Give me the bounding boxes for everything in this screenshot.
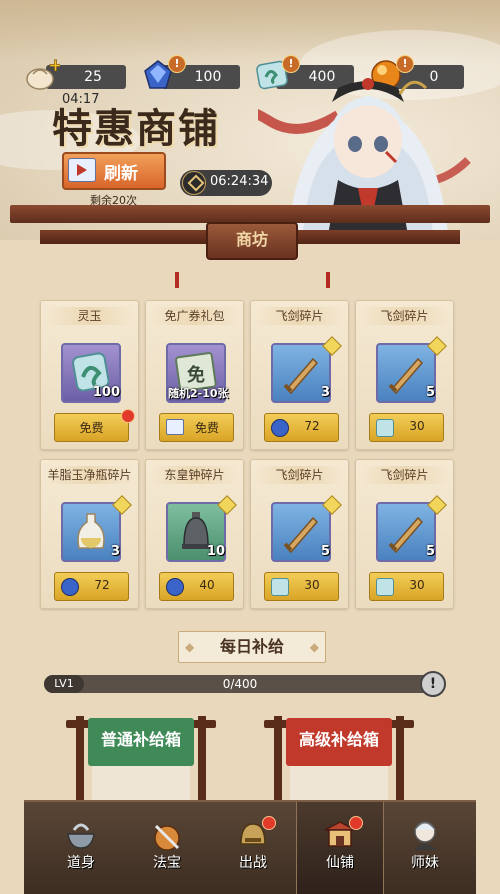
timer-icon	[182, 171, 206, 195]
nav-shimei[interactable]: 师妹	[382, 802, 468, 894]
alert-icon: !	[168, 55, 186, 73]
shop-item-card[interactable]: 飞剑碎片 5 30	[355, 300, 454, 450]
notification-dot	[262, 816, 276, 830]
supply-progress-bar: LV1 0/400	[44, 675, 436, 693]
blue-gem-icon	[166, 578, 184, 596]
item-count: 3	[320, 385, 330, 400]
shop-item-card[interactable]: 飞剑碎片 3 72	[250, 300, 349, 450]
price-label: 30	[409, 419, 425, 433]
banner-post	[274, 716, 282, 806]
price-label: 30	[304, 578, 320, 592]
video-ad-icon	[166, 419, 184, 435]
item-name: 飞剑碎片	[255, 307, 344, 325]
nav-label: 法宝	[153, 855, 181, 871]
notification-dot	[349, 816, 363, 830]
buy-button[interactable]: 72	[54, 572, 129, 601]
price-label: 72	[304, 419, 320, 433]
item-name: 飞剑碎片	[360, 466, 449, 484]
item-name: 飞剑碎片	[255, 466, 344, 484]
blue-gem-icon	[271, 419, 289, 437]
item-count: 5	[425, 385, 435, 400]
item-name: 灵玉	[45, 307, 134, 325]
watch-ad-button[interactable]: 免费	[159, 413, 234, 442]
svg-text:+: +	[48, 57, 60, 76]
buy-button[interactable]: 72	[264, 413, 339, 442]
shop-item-card[interactable]: 飞剑碎片 5 30	[355, 459, 454, 609]
banner-post	[76, 716, 84, 806]
resource-gem-value: 100	[194, 69, 222, 85]
normal-supply-label: 普通补给箱	[88, 718, 194, 766]
shop-item-card[interactable]: 灵玉 100 免费	[40, 300, 139, 450]
item-count: 随机2-10张	[168, 387, 229, 400]
pavilion-beam	[10, 205, 490, 223]
buy-button[interactable]: 30	[369, 413, 444, 442]
shop-item-card[interactable]: 飞剑碎片 5 30	[250, 459, 349, 609]
buy-button[interactable]: 40	[159, 572, 234, 601]
premium-supply-label: 高级补给箱	[286, 718, 392, 766]
price-label: 免费	[194, 421, 219, 435]
shop-item-card[interactable]: 羊脂玉净瓶碎片 3 72	[40, 459, 139, 609]
item-name: 东皇钟碎片	[150, 466, 239, 484]
blue-gem-icon	[61, 578, 79, 596]
bottom-nav: 道身 法宝 出战 仙铺 师妹	[24, 800, 476, 894]
refresh-button[interactable]: 刷新	[62, 152, 166, 190]
price-label: 免费	[79, 421, 104, 435]
jade-ticket-icon	[271, 578, 289, 596]
item-name: 飞剑碎片	[360, 307, 449, 325]
disciple-icon	[406, 816, 444, 854]
premium-supply-box[interactable]: 高级补给箱	[264, 716, 414, 809]
banner-post	[396, 716, 404, 806]
jade-ticket-icon	[376, 419, 394, 437]
nav-fabao[interactable]: 法宝	[124, 802, 210, 894]
nav-label: 仙铺	[326, 855, 354, 871]
item-count: 5	[320, 544, 330, 559]
nav-label: 出战	[239, 855, 267, 871]
info-icon[interactable]: !	[420, 671, 446, 697]
cauldron-icon	[62, 816, 100, 854]
jade-ticket-icon	[376, 578, 394, 596]
resource-bun-value: 25	[84, 69, 102, 85]
svg-text:免: 免	[187, 364, 205, 386]
notification-dot	[121, 409, 135, 423]
nav-xianpu[interactable]: 仙铺	[296, 802, 384, 894]
tassel-ornament	[175, 272, 179, 288]
item-count: 10	[206, 544, 225, 559]
item-count: 3	[110, 544, 120, 559]
nav-label: 道身	[67, 855, 95, 871]
progress-text: 0/400	[222, 677, 258, 691]
daily-supply-title: 每日补给	[178, 631, 326, 663]
tassel-ornament	[326, 272, 330, 288]
banner-post	[198, 716, 206, 806]
refresh-label: 刷新	[104, 164, 138, 184]
price-label: 72	[94, 578, 110, 592]
price-label: 30	[409, 578, 425, 592]
treasure-icon	[148, 816, 186, 854]
page-title: 特惠商铺	[52, 105, 220, 152]
shop-item-card[interactable]: 东皇钟碎片 10 40	[145, 459, 244, 609]
item-name: 免广券礼包	[150, 307, 239, 325]
item-count: 100	[92, 385, 120, 400]
nav-daoshen[interactable]: 道身	[38, 802, 124, 894]
price-label: 40	[199, 578, 215, 592]
nav-label: 师妹	[411, 855, 439, 871]
normal-supply-box[interactable]: 普通补给箱	[66, 716, 216, 809]
buy-button[interactable]: 30	[264, 572, 339, 601]
item-name: 羊脂玉净瓶碎片	[45, 466, 134, 484]
buy-button[interactable]: 30	[369, 572, 444, 601]
item-count: 5	[425, 544, 435, 559]
shop-item-card[interactable]: 免广券礼包 免 随机2-10张 免费	[145, 300, 244, 450]
bun-currency-icon: +	[24, 55, 63, 93]
video-ad-icon	[68, 158, 96, 182]
shop-plaque: 商坊	[206, 222, 298, 260]
nav-chuzhan[interactable]: 出战	[210, 802, 296, 894]
buy-button[interactable]: 免费	[54, 413, 129, 442]
